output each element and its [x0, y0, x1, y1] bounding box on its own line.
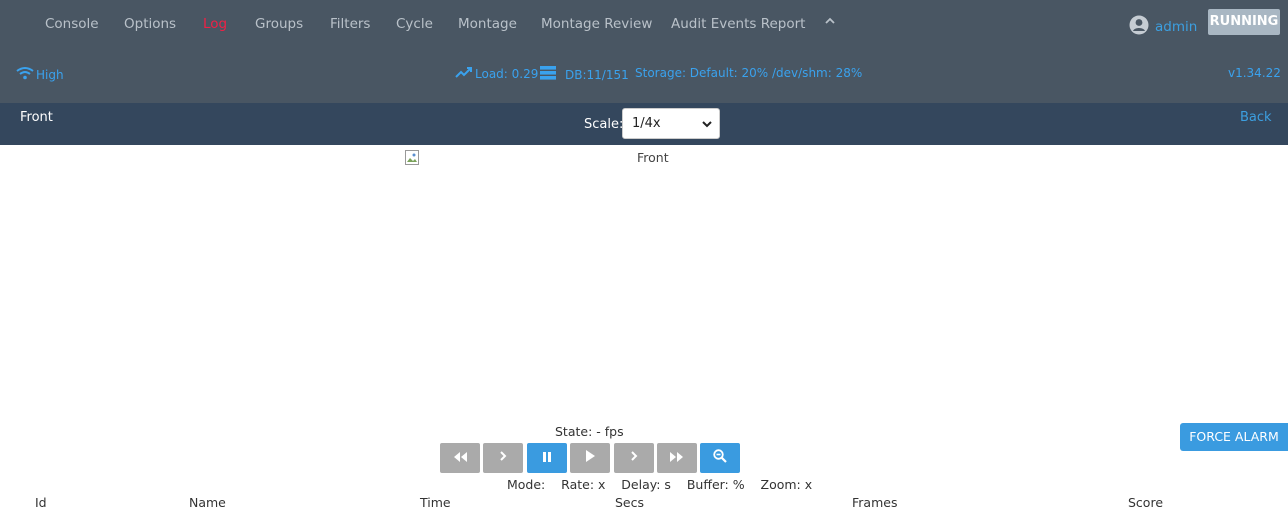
- playback-status: Mode: Rate: x Delay: s Buffer: % Zoom: x: [507, 477, 813, 492]
- nav-item-groups[interactable]: Groups: [255, 16, 303, 32]
- version-label: v1.34.22: [1228, 66, 1281, 80]
- top-navbar: Console Options Log Groups Filters Cycle…: [0, 0, 1288, 103]
- chevron-down-icon: [701, 118, 713, 130]
- nav-item-audit-events-report[interactable]: Audit Events Report: [671, 16, 805, 32]
- chevron-right-icon: [498, 450, 508, 466]
- nav-item-filters[interactable]: Filters: [330, 16, 370, 32]
- slow-forward-button[interactable]: [614, 443, 654, 473]
- status-bar: High Load: 0.29 DB:11/151 Storage: Defau: [0, 64, 1288, 84]
- bandwidth-link[interactable]: High: [16, 66, 64, 83]
- column-header-name[interactable]: Name: [189, 495, 226, 510]
- nav-item-log[interactable]: Log: [203, 16, 227, 32]
- monitor-stream-alt-text: Front: [637, 150, 669, 165]
- load-label: Load: 0.29: [475, 66, 539, 81]
- load-status: Load: 0.29: [455, 66, 538, 81]
- monitor-name: Front: [20, 110, 53, 125]
- back-link[interactable]: Back: [1240, 110, 1272, 125]
- db-label: DB:11/151: [565, 67, 629, 82]
- user-circle-icon: [1129, 15, 1149, 39]
- scale-select[interactable]: 1/4x: [622, 108, 720, 139]
- play-icon: [585, 450, 595, 466]
- storage-status: Storage: Default: 20% /dev/shm: 28%: [635, 66, 863, 80]
- scale-value: 1/4x: [632, 116, 661, 131]
- nav-menu: Console Options Log Groups Filters Cycle…: [0, 0, 1288, 50]
- bandwidth-label: High: [36, 67, 64, 82]
- pause-button[interactable]: [527, 443, 567, 473]
- nav-item-console[interactable]: Console: [45, 16, 99, 32]
- column-header-secs[interactable]: Secs: [615, 495, 644, 510]
- pause-icon: [542, 451, 552, 466]
- fast-forward-button[interactable]: [657, 443, 697, 473]
- slow-rewind-button[interactable]: [483, 443, 523, 473]
- zoom-out-icon: [713, 449, 727, 467]
- user-menu[interactable]: admin: [1129, 15, 1197, 39]
- scale-label: Scale:: [584, 117, 624, 132]
- force-alarm-button[interactable]: FORCE ALARM: [1180, 423, 1288, 451]
- database-icon: [540, 66, 556, 83]
- run-state-button[interactable]: RUNNING: [1208, 9, 1280, 35]
- wifi-icon: [16, 66, 34, 83]
- nav-item-cycle[interactable]: Cycle: [396, 16, 433, 32]
- zoom-out-button[interactable]: [700, 443, 740, 473]
- column-header-score[interactable]: Score: [1128, 495, 1163, 510]
- column-header-frames[interactable]: Frames: [852, 495, 897, 510]
- play-button[interactable]: [570, 443, 610, 473]
- column-header-time[interactable]: Time: [420, 495, 451, 510]
- fast-rewind-button[interactable]: [440, 443, 480, 473]
- chevron-up-icon[interactable]: [823, 14, 837, 28]
- fast-rewind-icon: [452, 451, 468, 466]
- nav-item-montage[interactable]: Montage: [458, 16, 517, 32]
- column-header-id[interactable]: Id: [35, 495, 47, 510]
- nav-item-montage-review[interactable]: Montage Review: [541, 16, 652, 32]
- db-status: DB:11/151: [540, 66, 629, 83]
- nav-item-options[interactable]: Options: [124, 16, 176, 32]
- stream-state: State: - fps: [555, 424, 624, 439]
- broken-image-icon: [405, 150, 421, 166]
- trending-up-icon: [455, 66, 473, 81]
- fast-forward-icon: [669, 451, 685, 466]
- events-table-header: Id Name Time Secs Frames Score: [0, 494, 1288, 514]
- chevron-right-icon: [629, 450, 639, 466]
- monitor-header: Front Scale: 1/4x Back: [0, 103, 1288, 145]
- username-link[interactable]: admin: [1155, 19, 1197, 35]
